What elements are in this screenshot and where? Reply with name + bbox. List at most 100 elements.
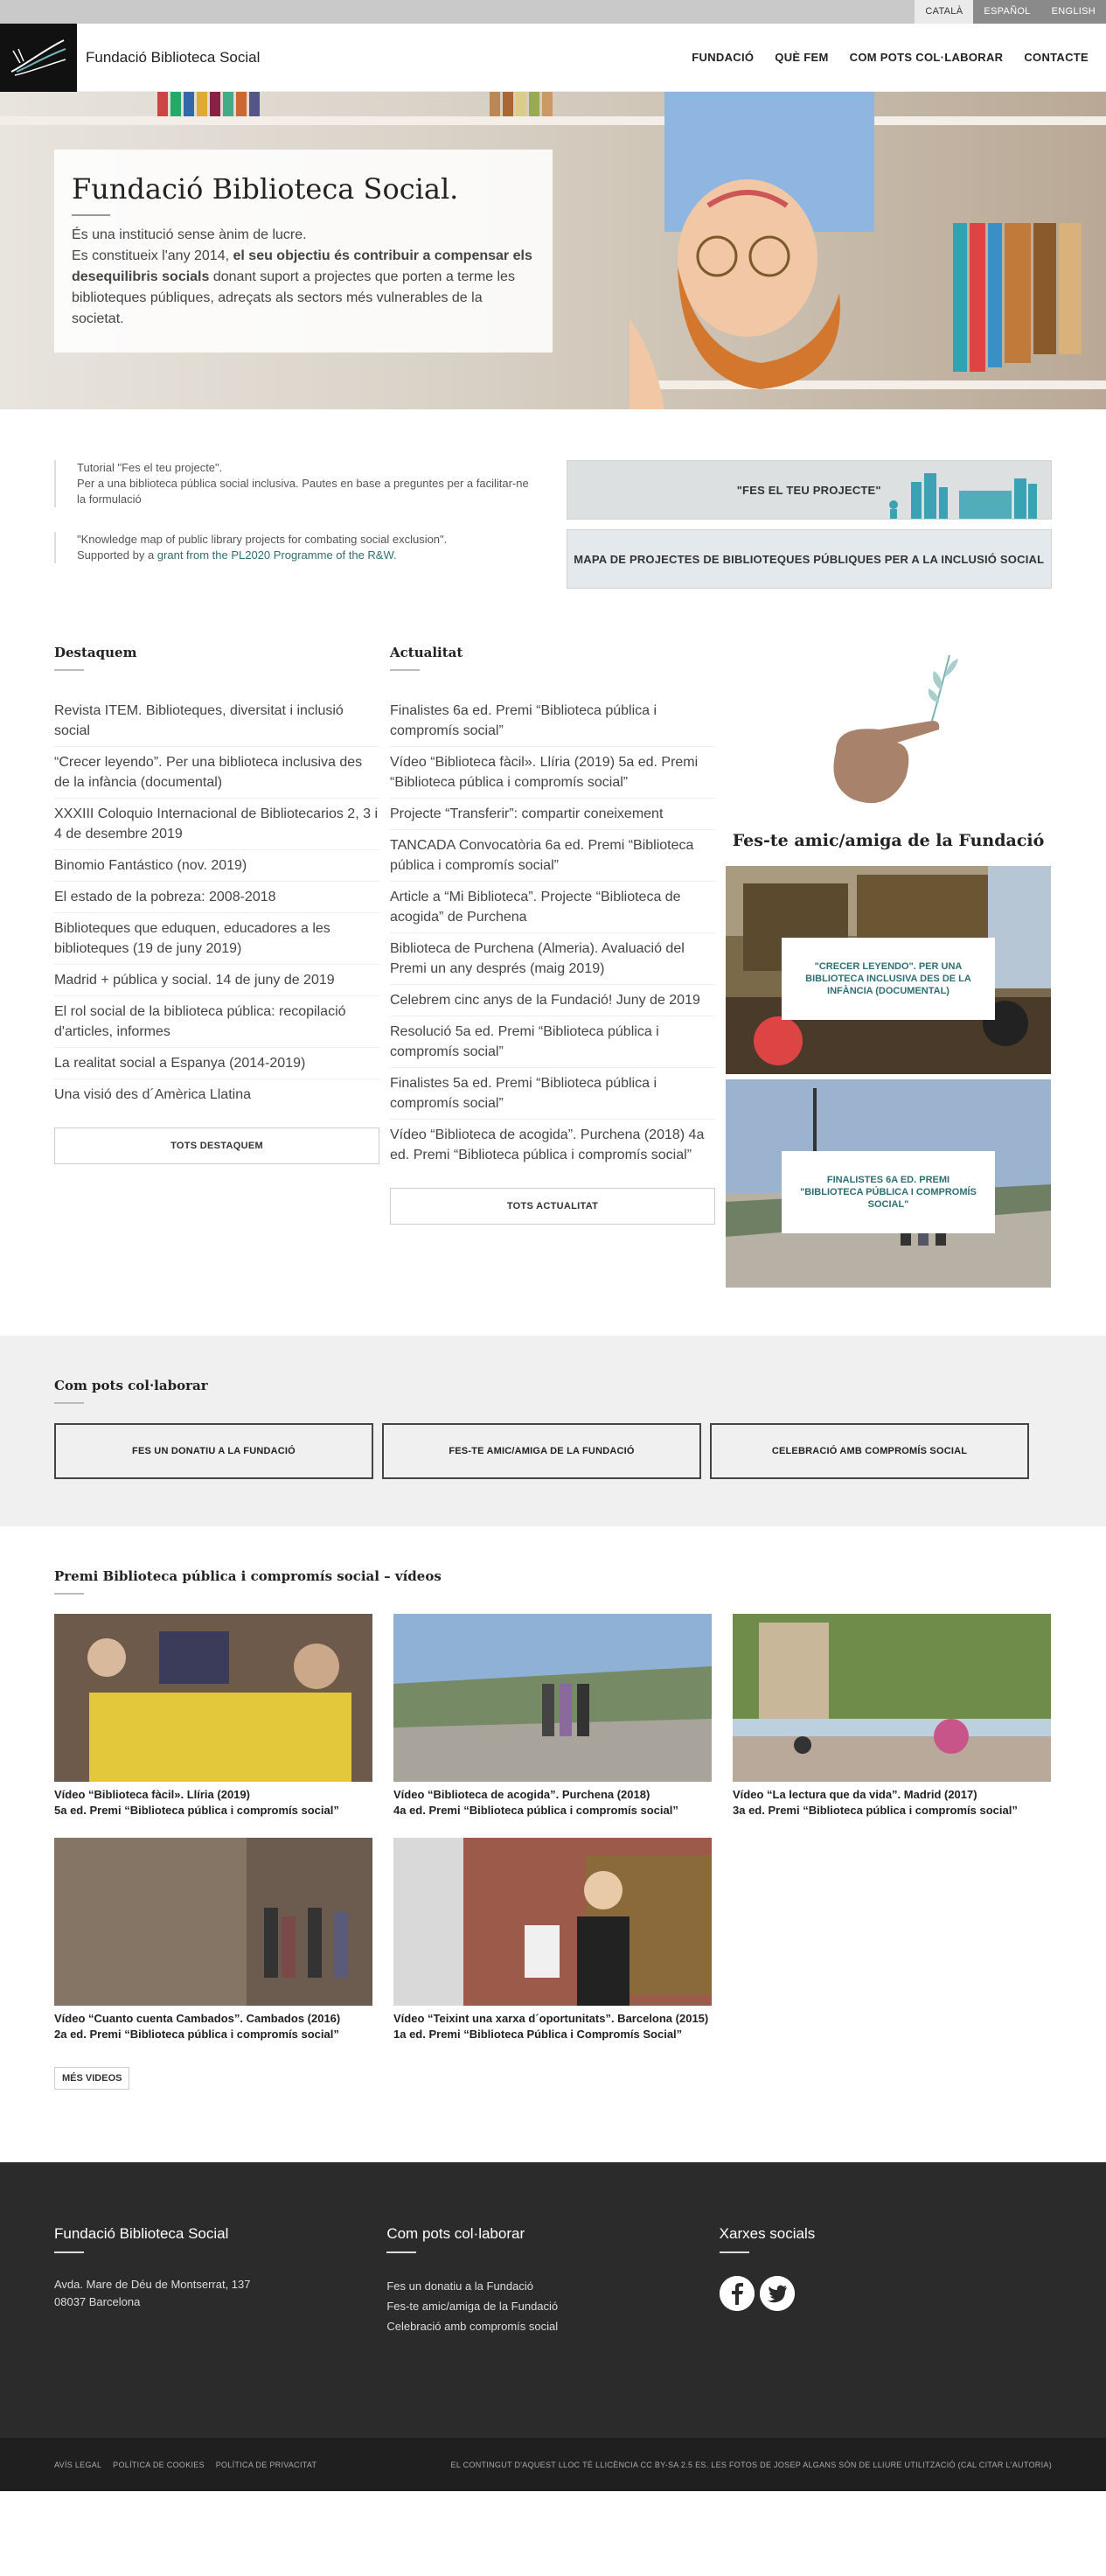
video-thumbnail bbox=[393, 1614, 712, 1782]
donatiu-button[interactable]: FES UN DONATIU A LA FUNDACIÓ bbox=[54, 1423, 373, 1479]
tutorial-desc: Per a una biblioteca pública social incl… bbox=[77, 477, 529, 506]
nav-fundacio[interactable]: FUNDACIÓ bbox=[681, 51, 764, 64]
bottom-bar: AVÍS LEGAL POLÍTICA DE COOKIES POLÍTICA … bbox=[0, 2438, 1106, 2491]
video-title: Vídeo “Biblioteca fàcil». Llíria (2019) bbox=[54, 1788, 250, 1801]
mapa-projectes-button[interactable]: MAPA DE PROJECTES DE BIBLIOTEQUES PÚBLIQ… bbox=[566, 529, 1052, 589]
video-title: Vídeo “Cuanto cuenta Cambados”. Cambados… bbox=[54, 2012, 341, 2025]
video-card[interactable]: Vídeo “Teixint una xarxa d´oportunitats”… bbox=[393, 1838, 712, 2042]
footer-link-amic[interactable]: Fes-te amic/amiga de la Fundació bbox=[386, 2296, 719, 2316]
mes-videos-button[interactable]: MÉS VIDEOS bbox=[54, 2067, 130, 2090]
footer-collaborate-title: Com pots col·laborar bbox=[386, 2225, 525, 2242]
cookies-link[interactable]: POLÍTICA DE COOKIES bbox=[113, 2461, 205, 2469]
video-title: Vídeo “La lectura que da vida”. Madrid (… bbox=[733, 1788, 977, 1801]
site-name[interactable]: Fundació Biblioteca Social bbox=[86, 49, 260, 66]
site-header: Fundació Biblioteca Social FUNDACIÓ QUÈ … bbox=[0, 23, 1106, 92]
privacitat-link[interactable]: POLÍTICA DE PRIVACITAT bbox=[216, 2461, 317, 2469]
video-edition: 1a ed. Premi “Biblioteca Pública i Compr… bbox=[393, 2028, 683, 2041]
actualitat-item[interactable]: Celebrem cinc anys de la Fundació! Juny … bbox=[390, 985, 715, 1016]
nav-que-fem[interactable]: QUÈ FEM bbox=[764, 51, 838, 64]
friend-title[interactable]: Fes-te amic/amiga de la Fundació bbox=[726, 831, 1051, 850]
footer-divider bbox=[719, 2251, 749, 2253]
celebracio-button[interactable]: CELEBRACIÓ AMB COMPROMÍS SOCIAL bbox=[710, 1423, 1029, 1479]
friend-hand-illustration[interactable] bbox=[726, 645, 1051, 817]
actualitat-item[interactable]: TANCADA Convocatòria 6a ed. Premi “Bibli… bbox=[390, 830, 715, 882]
knowledge-map-title: "Knowledge map of public library project… bbox=[77, 533, 448, 546]
actualitat-item[interactable]: Vídeo “Biblioteca fàcil». Llíria (2019) … bbox=[390, 747, 715, 799]
actualitat-item[interactable]: Finalistes 5a ed. Premi “Biblioteca públ… bbox=[390, 1068, 715, 1120]
video-thumbnail bbox=[54, 1838, 372, 2006]
content-columns: Destaquem Revista ITEM. Biblioteques, di… bbox=[0, 632, 1106, 1288]
destaquem-item[interactable]: Madrid + pública y social. 14 de juny de… bbox=[54, 965, 379, 996]
knowledge-map-pre: Supported by a bbox=[77, 548, 157, 562]
grant-link[interactable]: grant from the PL2020 Programme of the R… bbox=[157, 548, 397, 562]
actualitat-item[interactable]: Biblioteca de Purchena (Almeria). Avalua… bbox=[390, 933, 715, 985]
destaquem-item[interactable]: El estado de la pobreza: 2008-2018 bbox=[54, 882, 379, 913]
hero-card: Fundació Biblioteca Social. És una insti… bbox=[54, 150, 553, 353]
destaquem-item[interactable]: Binomio Fantástico (nov. 2019) bbox=[54, 850, 379, 882]
video-title: Vídeo “Biblioteca de acogida”. Purchena … bbox=[393, 1788, 650, 1801]
video-title: Vídeo “Teixint una xarxa d´oportunitats”… bbox=[393, 2012, 709, 2025]
logo-feather-icon bbox=[10, 38, 66, 76]
destaquem-item[interactable]: Biblioteques que eduquen, educadores a l… bbox=[54, 913, 379, 965]
video-card[interactable]: Vídeo “Biblioteca fàcil». Llíria (2019) 5… bbox=[54, 1614, 372, 1819]
crecer-leyendo-card[interactable]: "CRECER LEYENDO". PER UNA BIBLIOTECA INC… bbox=[726, 866, 1051, 1074]
footer-about: Fundació Biblioteca Social Avda. Mare de… bbox=[54, 2225, 386, 2438]
lang-catala[interactable]: CATALÀ bbox=[915, 0, 974, 24]
footer-about-title: Fundació Biblioteca Social bbox=[54, 2225, 229, 2242]
facebook-icon[interactable] bbox=[719, 2276, 755, 2311]
hero-divider bbox=[72, 214, 110, 216]
mapa-projectes-label: MAPA DE PROJECTES DE BIBLIOTEQUES PÚBLIQ… bbox=[574, 552, 1045, 566]
footer-collaborate: Com pots col·laborar Fes un donatiu a la… bbox=[386, 2225, 719, 2438]
destaquem-item[interactable]: XXXIII Coloquio Internacional de Bibliot… bbox=[54, 799, 379, 850]
destaquem-item[interactable]: El rol social de la biblioteca pública: … bbox=[54, 996, 379, 1048]
actualitat-item[interactable]: Vídeo “Biblioteca de acogida”. Purchena … bbox=[390, 1120, 715, 1170]
actualitat-divider bbox=[390, 669, 420, 671]
lang-espanol[interactable]: ESPAÑOL bbox=[973, 0, 1041, 24]
videos-section: Premi Biblioteca pública i compromís soc… bbox=[0, 1526, 1106, 2090]
nav-contacte[interactable]: CONTACTE bbox=[1013, 51, 1099, 64]
footer-address-line-2: 08037 Barcelona bbox=[54, 2295, 141, 2308]
videos-divider bbox=[54, 1593, 84, 1595]
actualitat-item[interactable]: Resolució 5a ed. Premi “Biblioteca públi… bbox=[390, 1016, 715, 1068]
projects-section: Tutorial "Fes el teu projecte". Per a un… bbox=[0, 409, 1106, 632]
destaquem-item[interactable]: Revista ITEM. Biblioteques, diversitat i… bbox=[54, 695, 379, 747]
site-logo[interactable] bbox=[0, 23, 77, 92]
finalistes-card[interactable]: FINALISTES 6A ED. PREMI "BIBLIOTECA PÚBL… bbox=[726, 1079, 1051, 1288]
tots-actualitat-button[interactable]: TOTS ACTUALITAT bbox=[390, 1188, 715, 1225]
footer-link-celebracio[interactable]: Celebració amb compromís social bbox=[386, 2316, 719, 2336]
videos-title: Premi Biblioteca pública i compromís soc… bbox=[54, 1568, 442, 1584]
hero-title: Fundació Biblioteca Social. bbox=[72, 172, 459, 206]
video-thumbnail bbox=[54, 1614, 372, 1782]
twitter-icon[interactable] bbox=[759, 2276, 795, 2311]
knowledge-map-note: "Knowledge map of public library project… bbox=[54, 532, 540, 563]
video-thumbnail bbox=[393, 1838, 712, 2006]
video-card[interactable]: Vídeo “Cuanto cuenta Cambados”. Cambados… bbox=[54, 1838, 372, 2042]
video-card[interactable]: Vídeo “Biblioteca de acogida”. Purchena … bbox=[393, 1614, 712, 1819]
footer-address-line-1: Avda. Mare de Déu de Montserrat, 137 bbox=[54, 2278, 251, 2291]
main-nav: FUNDACIÓ QUÈ FEM COM POTS COL·LABORAR CO… bbox=[681, 51, 1099, 64]
lang-english[interactable]: ENGLISH bbox=[1040, 0, 1106, 24]
video-edition: 4a ed. Premi “Biblioteca pública i compr… bbox=[393, 1804, 678, 1817]
avis-legal-link[interactable]: AVÍS LEGAL bbox=[54, 2461, 101, 2469]
video-edition: 3a ed. Premi “Biblioteca pública i compr… bbox=[733, 1804, 1018, 1817]
hero-line-2: Es constitueix l'any 2014, bbox=[72, 248, 233, 263]
collaborate-title: Com pots col·laborar bbox=[54, 1378, 208, 1393]
destaquem-item[interactable]: “Crecer leyendo”. Per una biblioteca inc… bbox=[54, 747, 379, 799]
destaquem-item[interactable]: Una visió des d´Amèrica Llatina bbox=[54, 1079, 379, 1110]
destaquem-title: Destaquem bbox=[54, 645, 137, 660]
site-footer: Fundació Biblioteca Social Avda. Mare de… bbox=[0, 2162, 1106, 2438]
amic-button[interactable]: FES-TE AMIC/AMIGA DE LA FUNDACIÓ bbox=[382, 1423, 701, 1479]
actualitat-item[interactable]: Projecte “Transferir”: compartir coneixe… bbox=[390, 799, 715, 830]
destaquem-item[interactable]: La realitat social a Espanya (2014-2019) bbox=[54, 1048, 379, 1079]
actualitat-item[interactable]: Article a “Mi Biblioteca”. Projecte “Bib… bbox=[390, 882, 715, 933]
tots-destaquem-button[interactable]: TOTS DESTAQUEM bbox=[54, 1127, 379, 1164]
footer-divider bbox=[386, 2251, 417, 2253]
fes-el-teu-projecte-button[interactable]: "FES EL TEU PROJECTE" bbox=[566, 460, 1052, 520]
footer-link-donatiu[interactable]: Fes un donatiu a la Fundació bbox=[386, 2276, 719, 2296]
crecer-leyendo-label: "CRECER LEYENDO". PER UNA BIBLIOTECA INC… bbox=[782, 938, 995, 1020]
hero-line-1: És una institució sense ànim de lucre. bbox=[72, 227, 307, 242]
tutorial-note: Tutorial "Fes el teu projecte". Per a un… bbox=[54, 460, 540, 507]
video-card[interactable]: Vídeo “La lectura que da vida”. Madrid (… bbox=[733, 1614, 1051, 1819]
nav-com-pots-collaborar[interactable]: COM POTS COL·LABORAR bbox=[839, 51, 1014, 64]
actualitat-item[interactable]: Finalistes 6a ed. Premi “Biblioteca públ… bbox=[390, 695, 715, 747]
